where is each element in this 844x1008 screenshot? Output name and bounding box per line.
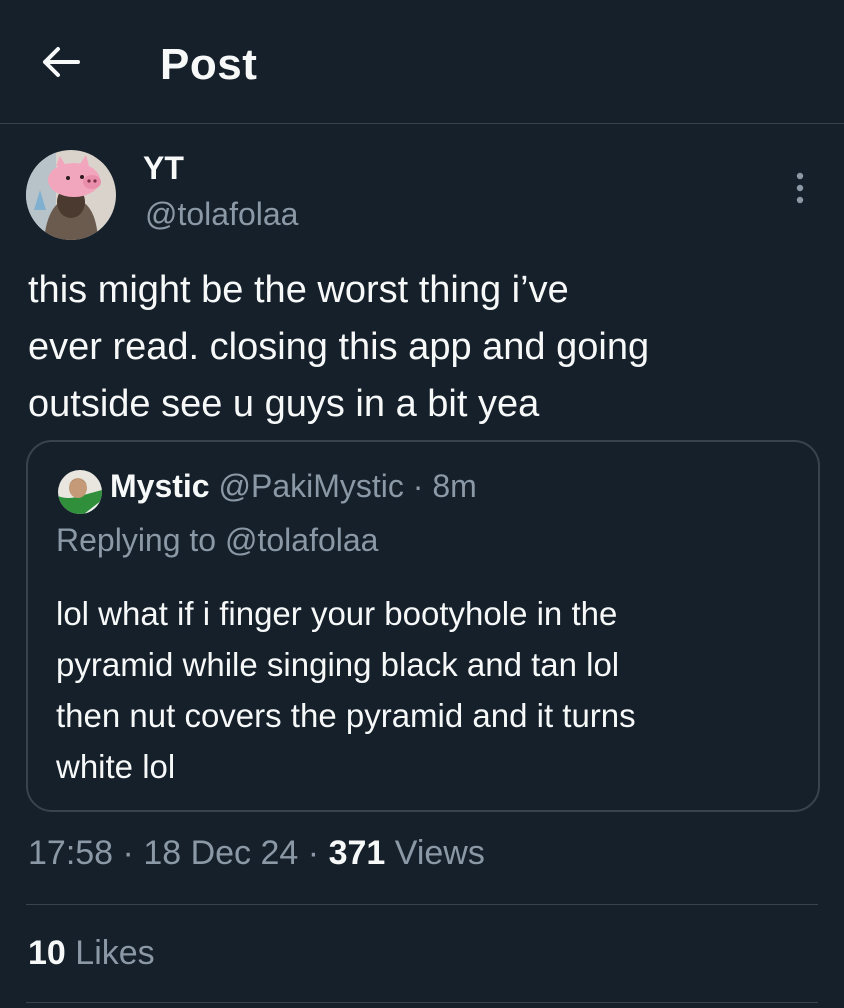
quoted-text-line: then nut covers the pyramid and it turns (56, 697, 636, 734)
quoted-tweet-card[interactable]: Mystic @PakiMystic · 8m Replying to @tol… (26, 440, 820, 812)
likes-label: Likes (75, 934, 155, 972)
author-avatar[interactable] (26, 150, 116, 240)
divider (26, 904, 818, 905)
quoted-text-line: white lol (56, 748, 176, 785)
quoted-text-line: pyramid while singing black and tan lol (56, 646, 620, 683)
quoted-separator: · (412, 468, 424, 504)
more-vertical-icon (796, 172, 804, 204)
post-metadata: 17:58 · 18 Dec 24 · 371 Views (28, 834, 485, 873)
author-display-name[interactable]: YT (143, 150, 184, 187)
quoted-author-avatar[interactable] (58, 470, 102, 514)
tweet-text-line: ever read. closing this app and going (28, 326, 650, 368)
quoted-replying-to: Replying to @tolafolaa (56, 522, 379, 558)
tweet-text-line: outside see u guys in a bit yea (28, 383, 540, 425)
quoted-handle[interactable]: @PakiMystic (218, 468, 403, 504)
views-label: Views (394, 834, 485, 872)
divider (26, 1002, 818, 1003)
tweet-text: this might be the worst thing i’ve ever … (28, 262, 818, 433)
quoted-avatar-image (58, 470, 102, 514)
author-handle[interactable]: @tolafolaa (145, 196, 298, 233)
post-date[interactable]: 18 Dec 24 (143, 834, 298, 872)
quoted-time[interactable]: 8m (432, 468, 476, 504)
meta-separator: · (122, 834, 134, 872)
quoted-text: lol what if i finger your bootyhole in t… (56, 588, 796, 792)
likes-count: 10 (28, 934, 66, 972)
post-page: Post YT @tolafolaa this might be the wor (0, 0, 844, 1008)
top-bar: Post (0, 0, 844, 124)
quoted-header: Mystic @PakiMystic · 8m (110, 468, 477, 505)
avatar-image (26, 150, 116, 240)
tweet-text-line: this might be the worst thing i’ve (28, 269, 569, 311)
quoted-display-name[interactable]: Mystic (110, 468, 210, 504)
likes-stat[interactable]: 10 Likes (28, 934, 155, 973)
views-count: 371 (328, 834, 386, 872)
back-button[interactable] (38, 42, 82, 82)
meta-separator: · (307, 834, 320, 872)
arrow-left-icon (43, 47, 80, 77)
page-title: Post (160, 40, 258, 89)
more-options-button[interactable] (786, 168, 814, 208)
quoted-text-line: lol what if i finger your bootyhole in t… (56, 595, 618, 632)
post-time[interactable]: 17:58 (28, 834, 113, 872)
